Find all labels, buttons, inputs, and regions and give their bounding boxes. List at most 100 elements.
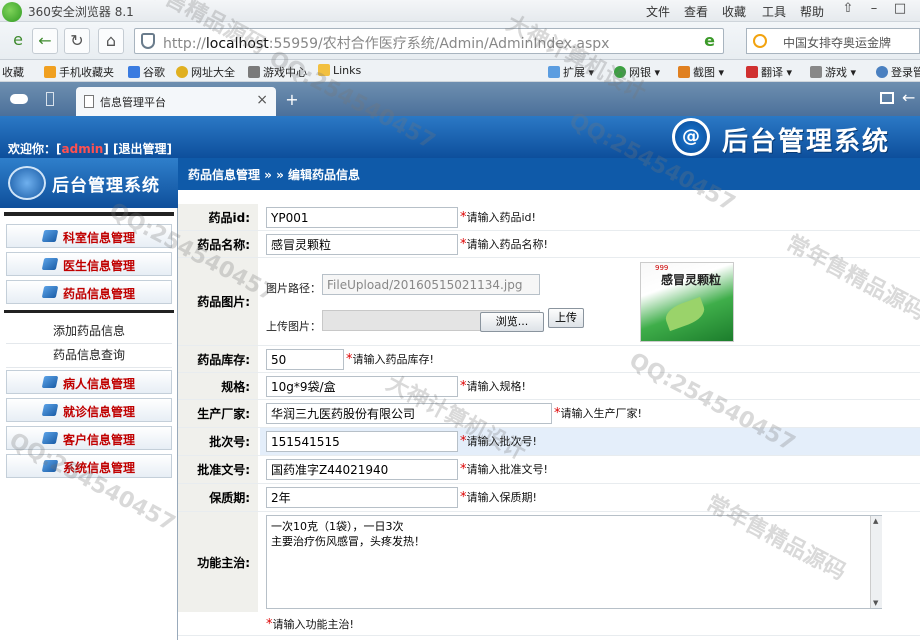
fav-url-portal[interactable]: 网址大全 <box>176 64 235 80</box>
label-approval: 批准文号: <box>178 456 258 483</box>
sidebar-subitem-query-medicine[interactable]: 药品信息查询 <box>6 344 172 368</box>
browse-button[interactable]: 浏览... <box>480 312 544 332</box>
menu-favorites[interactable]: 收藏 <box>722 3 746 20</box>
logout-link[interactable]: ] [退出管理] <box>103 142 172 156</box>
fav-links[interactable]: Links <box>318 64 361 77</box>
favorites-bar: 收藏 手机收藏夹 谷歌 网址大全 游戏中心 Links 扩展 ▾ 网银 ▾ 截图… <box>0 60 920 82</box>
label-medicine-name: 药品名称: <box>178 231 258 257</box>
google-icon <box>128 66 140 78</box>
fav-extensions[interactable]: 扩展 ▾ <box>548 64 594 80</box>
scroll-up-icon[interactable]: ▲ <box>873 517 878 525</box>
address-url: http://localhost:55959/农村合作医疗系统/Admin/Ad… <box>163 36 610 52</box>
fav-games[interactable]: 游戏 ▾ <box>810 64 856 80</box>
translate-icon <box>746 66 758 78</box>
label-stock: 药品库存: <box>178 346 258 372</box>
menu-file[interactable]: 文件 <box>646 3 670 20</box>
hint-approval: *请输入批准文号! <box>460 462 548 477</box>
address-bar[interactable]: http://localhost:55959/农村合作医疗系统/Admin/Ad… <box>134 28 724 54</box>
fav-google[interactable]: 谷歌 <box>128 64 165 80</box>
menu-pen-icon <box>41 230 59 242</box>
fav-login[interactable]: 登录管 <box>876 64 920 80</box>
browser-mode-icon[interactable]: e <box>704 31 715 50</box>
tab-bar: 信息管理平台 × + ← <box>0 82 920 116</box>
folder-icon <box>318 64 330 76</box>
scroll-down-icon[interactable]: ▼ <box>873 599 878 607</box>
home-icon[interactable]: ⌂ <box>98 28 124 54</box>
row-stock: 药品库存: *请输入药品库存! <box>178 346 920 373</box>
window-switch-icon[interactable] <box>880 92 894 104</box>
menu-pen-icon <box>41 376 59 388</box>
row-function: 功能主治: 一次10克（1袋），一日3次 主要治疗伤风感冒，头疼发热！ ▲ ▼ … <box>178 512 920 636</box>
fav-game-center[interactable]: 游戏中心 <box>248 64 307 80</box>
hint-medicine-id: *请输入药品id! <box>460 210 536 225</box>
breadcrumb: 药品信息管理 » » 编辑药品信息 <box>178 158 920 190</box>
sidebar-item-visit[interactable]: 就诊信息管理 <box>6 398 172 422</box>
maximize-icon[interactable]: □ <box>888 1 912 19</box>
label-medicine-image: 药品图片: <box>178 258 258 345</box>
sidebar-item-customer[interactable]: 客户信息管理 <box>6 426 172 450</box>
row-medicine-name: 药品名称: *请输入药品名称! <box>178 231 920 258</box>
extension-icon <box>548 66 560 78</box>
document-icon <box>84 95 94 108</box>
sidebar-item-system[interactable]: 系统信息管理 <box>6 454 172 478</box>
function-textarea[interactable]: 一次10克（1袋），一日3次 主要治疗伤风感冒，头疼发热！ <box>266 515 882 609</box>
approval-input[interactable] <box>266 459 458 480</box>
pin-icon[interactable]: ⇧ <box>836 1 860 19</box>
image-path-input <box>322 274 540 295</box>
sidebar-divider <box>4 310 174 313</box>
bank-icon <box>614 66 626 78</box>
fav-screenshot[interactable]: 截图 ▾ <box>678 64 724 80</box>
fav-banking[interactable]: 网银 ▾ <box>614 64 660 80</box>
label-batch: 批次号: <box>178 428 258 455</box>
hint-function: *请输入功能主治! <box>266 617 354 632</box>
batch-input[interactable] <box>266 431 458 452</box>
row-medicine-id: 药品id: *请输入药品id! <box>178 204 920 231</box>
fav-translate[interactable]: 翻译 ▾ <box>746 64 792 80</box>
sidebar-item-doctor[interactable]: 医生信息管理 <box>6 252 172 276</box>
upload-image-label: 上传图片： <box>266 320 321 333</box>
cloud-icon[interactable] <box>10 94 28 104</box>
search-engine-icon <box>753 34 767 48</box>
browser-logo-icon <box>2 2 22 22</box>
hint-batch: *请输入批次号! <box>460 434 537 449</box>
sidebar-item-patient[interactable]: 病人信息管理 <box>6 370 172 394</box>
back-icon[interactable]: ← <box>32 28 58 54</box>
folder-icon <box>44 66 56 78</box>
maker-input[interactable] <box>266 403 552 424</box>
image-path-label: 图片路径： <box>266 282 321 295</box>
login-icon <box>876 66 888 78</box>
sidebar-item-department[interactable]: 科室信息管理 <box>6 224 172 248</box>
medicine-image-preview: 999 感冒灵颗粒 <box>640 262 734 342</box>
medicine-name-input[interactable] <box>266 234 458 255</box>
breadcrumb-text: 药品信息管理 » » 编辑药品信息 <box>188 168 361 182</box>
label-maker: 生产厂家: <box>178 400 258 427</box>
menu-pen-icon <box>41 286 59 298</box>
menu-pen-icon <box>41 460 59 472</box>
row-spec: 规格: *请输入规格! <box>178 373 920 400</box>
menu-pen-icon <box>41 404 59 416</box>
shelf-life-input[interactable] <box>266 487 458 508</box>
medicine-id-input[interactable] <box>266 207 458 228</box>
search-box[interactable]: 中国女排夺奥运金牌 <box>746 28 920 54</box>
textarea-scrollbar[interactable]: ▲ ▼ <box>870 516 882 608</box>
upload-button[interactable]: 上传 <box>548 308 584 328</box>
tab-close-icon[interactable]: × <box>256 92 268 108</box>
new-tab-icon[interactable]: + <box>282 91 302 111</box>
minimize-icon[interactable]: – <box>862 1 886 19</box>
menu-tools[interactable]: 工具 <box>762 3 786 20</box>
browser-app-title: 360安全浏览器 8.1 <box>28 5 134 19</box>
fav-favorites[interactable]: 收藏 <box>2 64 24 80</box>
stock-input[interactable] <box>266 349 344 370</box>
tab-title: 信息管理平台 <box>100 96 166 109</box>
fav-mobile[interactable]: 手机收藏夹 <box>44 64 114 80</box>
menu-help[interactable]: 帮助 <box>800 3 824 20</box>
sidebar-subitem-add-medicine[interactable]: 添加药品信息 <box>6 320 172 344</box>
hint-stock: *请输入药品库存! <box>346 352 434 367</box>
refresh-icon[interactable]: ↻ <box>64 28 90 54</box>
spec-input[interactable] <box>266 376 458 397</box>
menu-view[interactable]: 查看 <box>684 3 708 20</box>
back-arrow-icon[interactable]: ← <box>902 88 915 107</box>
tab-admin-platform[interactable]: 信息管理平台 × <box>76 87 276 116</box>
sidebar-toggle-icon[interactable] <box>46 92 54 106</box>
sidebar-item-medicine[interactable]: 药品信息管理 <box>6 280 172 304</box>
